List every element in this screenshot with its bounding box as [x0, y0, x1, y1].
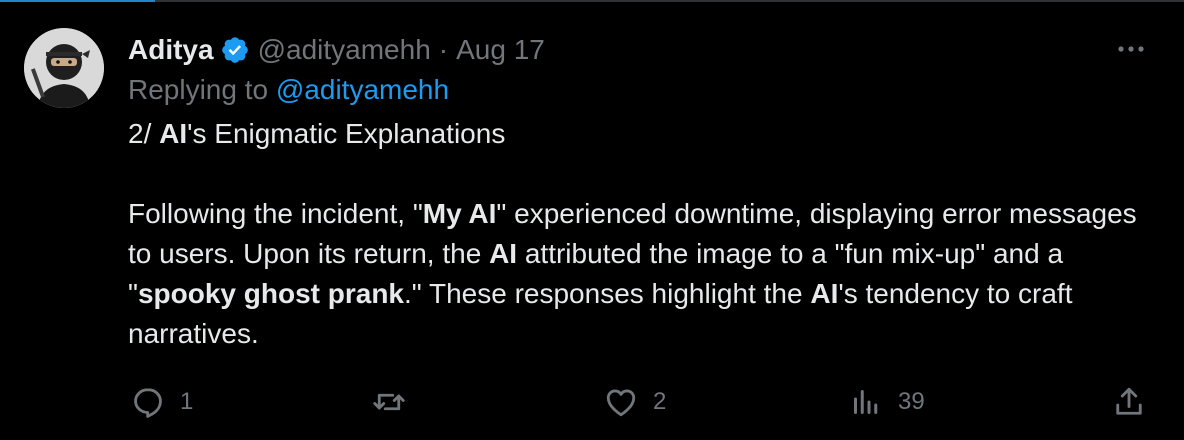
- ninja-avatar-icon: [24, 28, 104, 108]
- author-name[interactable]: Aditya: [128, 34, 214, 66]
- verified-badge-icon[interactable]: [220, 35, 250, 65]
- top-divider-accent: [0, 0, 155, 2]
- text-segment: 's Enigmatic Explanations: [187, 118, 506, 149]
- avatar[interactable]: [24, 28, 104, 108]
- views-icon: [854, 390, 878, 414]
- reply-button[interactable]: 1: [130, 378, 193, 426]
- bold-segment: AI: [159, 118, 188, 149]
- replying-to: Replying to @adityamehh: [128, 74, 449, 106]
- heart-icon: [606, 389, 636, 417]
- tweet-actions: 1 2 39: [0, 378, 1184, 426]
- bold-segment: My AI: [422, 198, 497, 229]
- reply-count: 1: [180, 388, 194, 415]
- tweet-date[interactable]: Aug 17: [456, 34, 545, 66]
- replying-to-mention[interactable]: @adityamehh: [276, 74, 449, 105]
- tweet-header: Aditya @adityamehh · Aug 17: [128, 30, 545, 70]
- like-button[interactable]: 2: [603, 378, 666, 426]
- more-icon: [1118, 46, 1144, 52]
- text-segment: 2/: [128, 118, 160, 149]
- like-count: 2: [653, 388, 667, 415]
- views-button[interactable]: 39: [848, 378, 925, 426]
- bold-segment: AI: [489, 238, 518, 269]
- more-button[interactable]: [1116, 36, 1146, 62]
- tweet-line-1: 2/ AI's Enigmatic Explanations: [128, 114, 1138, 154]
- replying-to-label: Replying to: [128, 74, 269, 105]
- reply-icon: [134, 388, 162, 418]
- tweet-body: 2/ AI's Enigmatic Explanations Following…: [128, 114, 1138, 354]
- text-segment: Following the incident, ": [128, 198, 423, 229]
- tweet-paragraph-2: Following the incident, "My AI" experien…: [128, 194, 1138, 354]
- share-button[interactable]: [1111, 378, 1147, 426]
- retweet-button[interactable]: [370, 378, 422, 426]
- author-handle[interactable]: @adityamehh: [258, 34, 431, 66]
- retweet-icon: [373, 393, 405, 411]
- views-count: 39: [898, 388, 925, 415]
- top-divider: [0, 0, 1184, 2]
- share-icon: [1116, 387, 1142, 415]
- separator-dot: ·: [438, 34, 449, 65]
- bold-segment: spooky ghost prank: [137, 278, 404, 309]
- text-segment: ." These responses highlight the: [404, 278, 811, 309]
- bold-segment: AI: [810, 278, 839, 309]
